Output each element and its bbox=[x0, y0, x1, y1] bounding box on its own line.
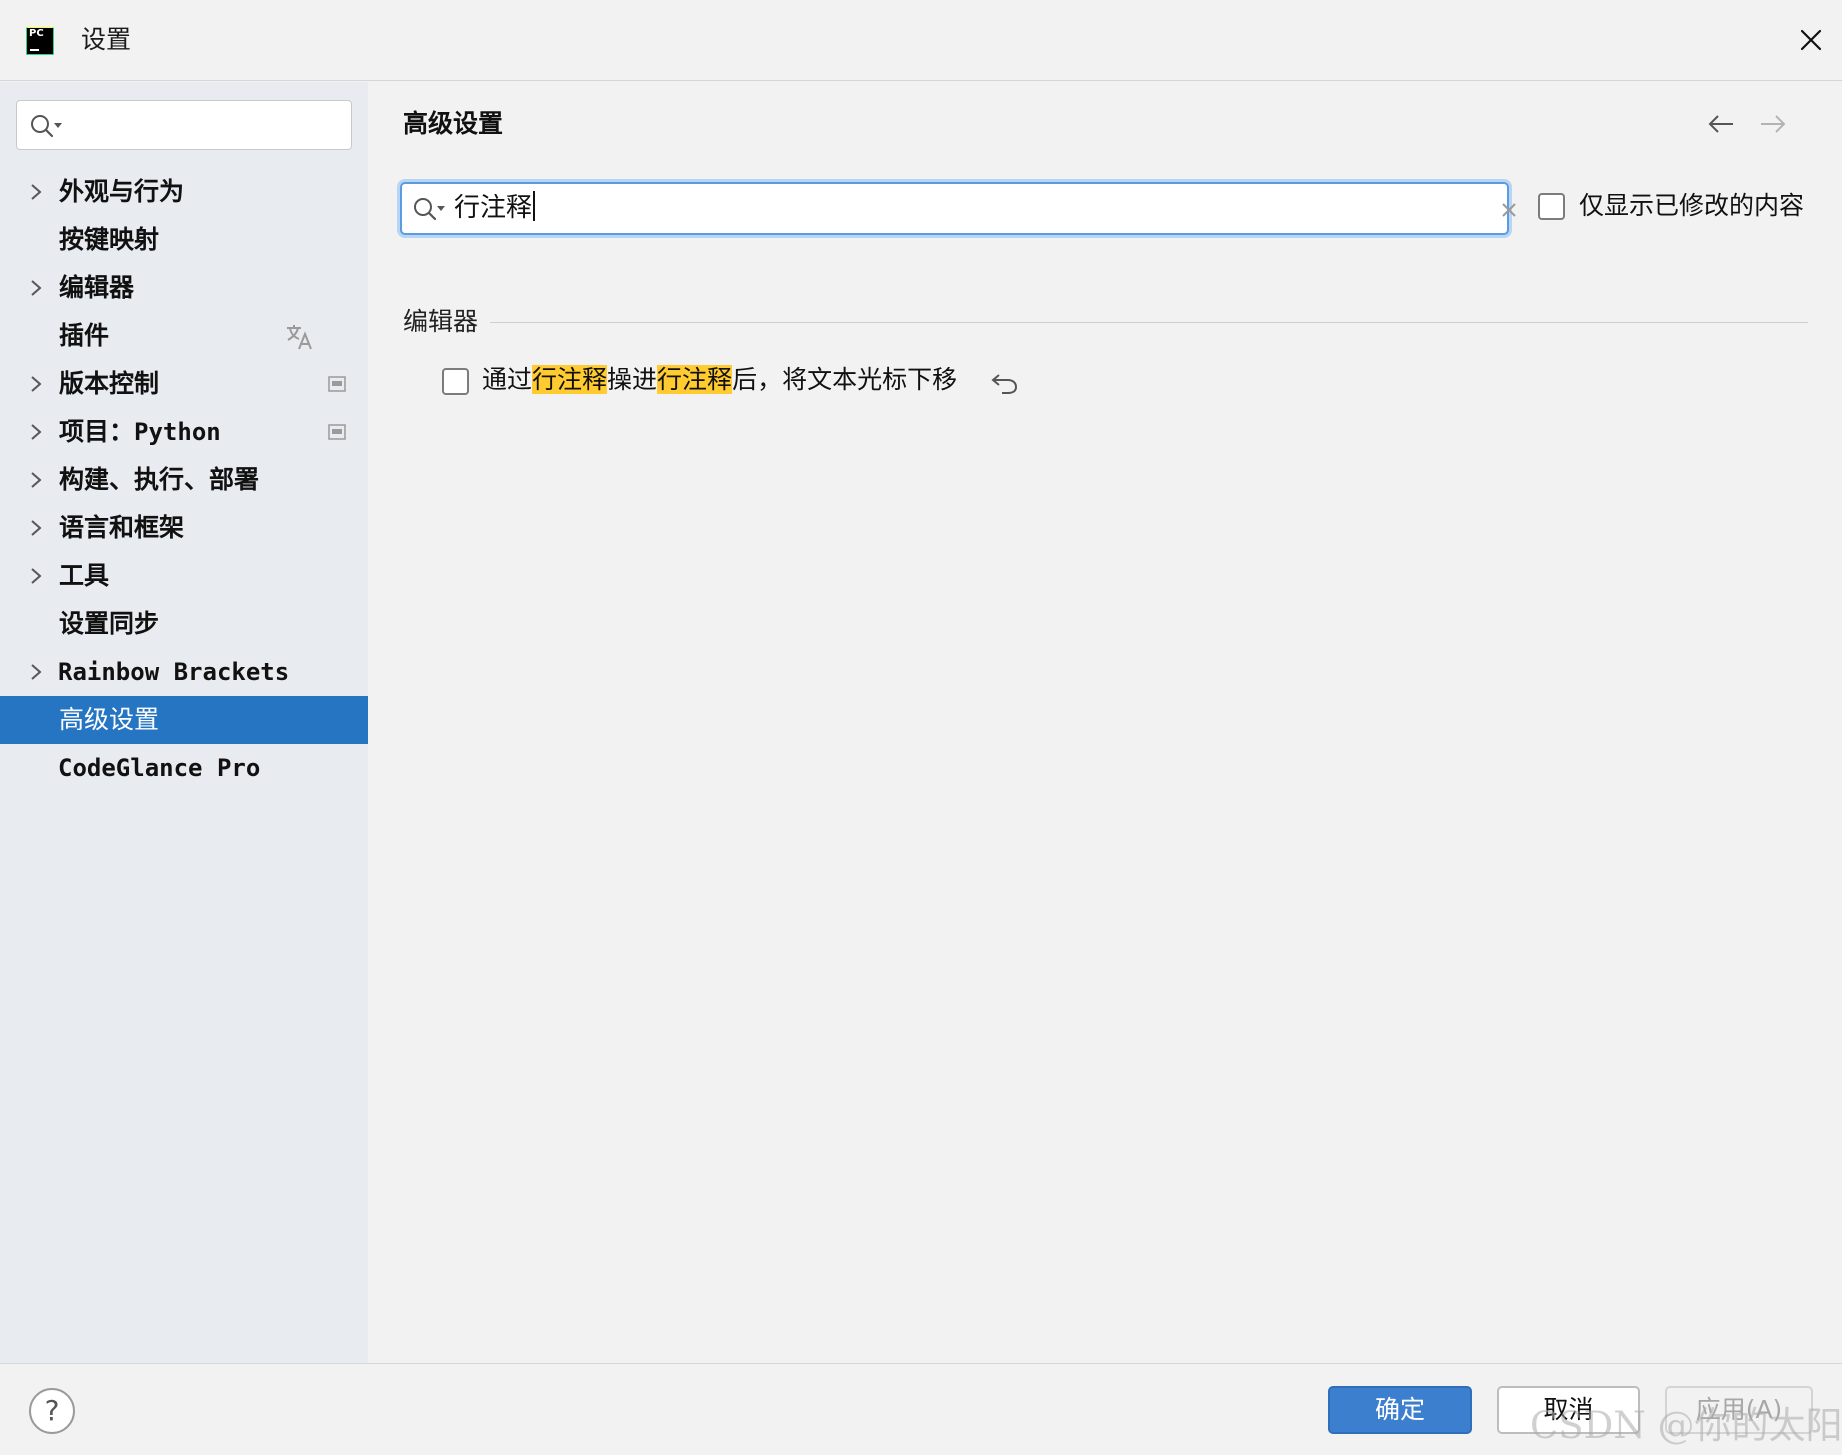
settings-search-input[interactable]: 行注释 bbox=[400, 182, 1516, 235]
sidebar-search-input[interactable] bbox=[16, 100, 352, 150]
section-editor: 编辑器 bbox=[403, 304, 1808, 344]
search-match-highlight: 行注释 bbox=[532, 365, 608, 394]
forward-arrow-icon[interactable] bbox=[1758, 112, 1788, 136]
clear-search-icon[interactable] bbox=[1498, 199, 1520, 221]
settings-content: 高级设置 行注释 仅显示已修改的内容 编辑器 通过行注释操进行注释后，将文本光标… bbox=[368, 82, 1842, 1363]
option-text-part: 操进 bbox=[607, 365, 658, 394]
sidebar-item-build[interactable]: 构建、执行、部署 bbox=[0, 456, 368, 504]
option-text-part: 通过 bbox=[482, 365, 533, 394]
project-scope-icon bbox=[328, 424, 346, 440]
chevron-right-icon[interactable] bbox=[27, 566, 45, 586]
show-modified-only-label: 仅显示已修改的内容 bbox=[1579, 191, 1805, 220]
project-scope-icon bbox=[328, 376, 346, 392]
sidebar-item-label: 外观与行为 bbox=[59, 177, 185, 206]
settings-tree: 外观与行为 按键映射 编辑器 插件 版本控制 项目：Python 构建、执行、部… bbox=[0, 168, 368, 792]
pycharm-logo-icon: PC bbox=[26, 27, 54, 55]
sidebar-item-languages[interactable]: 语言和框架 bbox=[0, 504, 368, 552]
dialog-footer: ? 确定 取消 应用(A) bbox=[0, 1363, 1842, 1455]
chevron-right-icon[interactable] bbox=[27, 662, 45, 682]
sidebar-item-label: 编辑器 bbox=[59, 273, 135, 302]
sidebar-item-codeglance-pro[interactable]: CodeGlance Pro bbox=[0, 744, 368, 792]
chevron-right-icon[interactable] bbox=[27, 374, 45, 394]
sidebar-item-project[interactable]: 项目：Python bbox=[0, 408, 368, 456]
chevron-right-icon[interactable] bbox=[27, 278, 45, 298]
chevron-right-icon[interactable] bbox=[27, 422, 45, 442]
sidebar-item-plugins[interactable]: 插件 bbox=[0, 312, 368, 360]
show-modified-only-checkbox[interactable] bbox=[1538, 193, 1565, 220]
close-icon bbox=[1800, 29, 1822, 51]
option-text-part: 后，将文本光标下移 bbox=[732, 365, 958, 394]
title-bar: PC 设置 bbox=[0, 0, 1842, 81]
sidebar-item-label: 按键映射 bbox=[59, 225, 160, 254]
sidebar-item-vcs[interactable]: 版本控制 bbox=[0, 360, 368, 408]
sidebar-item-label: 版本控制 bbox=[59, 369, 160, 398]
sidebar-item-label: 插件 bbox=[59, 321, 110, 350]
cancel-button[interactable]: 取消 bbox=[1497, 1386, 1640, 1434]
sidebar-item-advanced-settings[interactable]: 高级设置 bbox=[0, 696, 368, 744]
ok-button[interactable]: 确定 bbox=[1328, 1386, 1472, 1434]
project-prefix: 项目： bbox=[59, 417, 135, 446]
settings-dialog: PC 设置 外观与行为 按键映射 编辑器 插件 版本控制 项目：Python 构… bbox=[0, 0, 1842, 1455]
sidebar-item-editor[interactable]: 编辑器 bbox=[0, 264, 368, 312]
search-value: 行注释 bbox=[454, 190, 536, 226]
sidebar-item-tools[interactable]: 工具 bbox=[0, 552, 368, 600]
translate-icon bbox=[287, 325, 312, 350]
sidebar-item-label: 设置同步 bbox=[59, 609, 160, 638]
sidebar-item-settings-sync[interactable]: 设置同步 bbox=[0, 600, 368, 648]
apply-button[interactable]: 应用(A) bbox=[1665, 1386, 1813, 1434]
sidebar-item-label: 高级设置 bbox=[59, 705, 160, 734]
search-match-highlight: 行注释 bbox=[657, 365, 733, 394]
sidebar-item-keymap[interactable]: 按键映射 bbox=[0, 216, 368, 264]
window-title: 设置 bbox=[81, 25, 132, 54]
section-title: 编辑器 bbox=[403, 304, 491, 340]
chevron-right-icon[interactable] bbox=[27, 470, 45, 490]
sidebar-item-label: 构建、执行、部署 bbox=[59, 465, 260, 494]
sidebar-item-label: Rainbow Brackets bbox=[58, 658, 290, 686]
project-name: Python bbox=[134, 418, 221, 446]
section-divider bbox=[403, 322, 1808, 323]
chevron-right-icon[interactable] bbox=[27, 182, 45, 202]
close-button[interactable] bbox=[1793, 22, 1829, 58]
page-title: 高级设置 bbox=[403, 109, 504, 138]
search-text: 行注释 bbox=[454, 193, 533, 223]
sidebar-item-label: 项目：Python bbox=[59, 414, 221, 450]
search-icon bbox=[31, 115, 62, 138]
reset-default-icon[interactable] bbox=[990, 369, 1020, 395]
sidebar-item-rainbow-brackets[interactable]: Rainbow Brackets bbox=[0, 648, 368, 696]
settings-sidebar: 外观与行为 按键映射 编辑器 插件 版本控制 项目：Python 构建、执行、部… bbox=[0, 82, 368, 1363]
option-label: 通过行注释操进行注释后，将文本光标下移 bbox=[482, 362, 957, 398]
sidebar-item-appearance[interactable]: 外观与行为 bbox=[0, 168, 368, 216]
help-icon: ? bbox=[44, 1394, 60, 1427]
app-logo-text: PC bbox=[29, 28, 44, 39]
back-arrow-icon[interactable] bbox=[1706, 112, 1736, 136]
help-button[interactable]: ? bbox=[29, 1388, 75, 1434]
text-caret bbox=[533, 191, 536, 221]
sidebar-item-label: CodeGlance Pro bbox=[58, 754, 261, 782]
option-checkbox[interactable] bbox=[442, 368, 469, 395]
sidebar-item-label: 语言和框架 bbox=[59, 513, 185, 542]
chevron-right-icon[interactable] bbox=[27, 518, 45, 538]
sidebar-item-label: 工具 bbox=[59, 561, 110, 590]
search-icon bbox=[414, 198, 445, 221]
